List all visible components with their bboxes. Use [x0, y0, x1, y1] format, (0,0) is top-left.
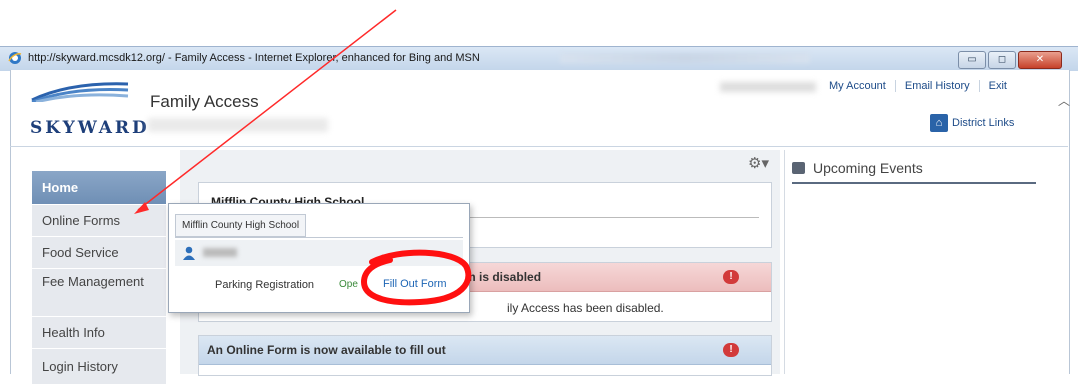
sidebar-item-online-forms[interactable]: Online Forms [32, 205, 166, 237]
disabled-notice-body: ily Access has been disabled. [507, 301, 664, 315]
alert-icon[interactable]: ! [723, 270, 739, 284]
exit-link[interactable]: Exit [978, 80, 1016, 92]
popup-student-row [175, 240, 463, 266]
popup-school-tab[interactable]: Mifflin County High School [175, 214, 307, 237]
my-account-link[interactable]: My Account [820, 80, 895, 92]
internet-explorer-icon [8, 52, 22, 64]
upcoming-events-panel: Upcoming Events [792, 160, 1036, 374]
sidebar-nav: Home Online Forms Food Service Fee Manag… [32, 171, 166, 385]
events-rule [792, 182, 1036, 184]
window-title: http://skyward.mcsdk12.org/ - Family Acc… [28, 52, 480, 64]
sidebar-item-fee-management[interactable]: Fee Management [32, 269, 166, 317]
school-building-icon: ⌂ [930, 114, 948, 132]
calendar-icon [792, 162, 805, 174]
form-status: Ope [339, 279, 358, 290]
top-links: My Account Email History Exit [820, 80, 1016, 92]
online-form-title: An Online Form is now available to fill … [207, 343, 446, 357]
alert-icon[interactable]: ! [723, 343, 739, 357]
sidebar-item-home[interactable]: Home [32, 171, 166, 205]
header-divider [10, 146, 1068, 147]
district-links-label: District Links [952, 117, 1015, 129]
online-form-header: An Online Form is now available to fill … [199, 336, 771, 365]
online-form-card: An Online Form is now available to fill … [198, 335, 772, 376]
upcoming-events-title: Upcoming Events [813, 160, 923, 176]
disabled-notice-title: m is disabled [465, 270, 542, 284]
form-name: Parking Registration [215, 279, 315, 291]
fill-out-form-link[interactable]: Fill Out Form [383, 278, 447, 290]
online-forms-popup: Mifflin County High School Parking Regis… [168, 203, 470, 313]
close-button[interactable]: ✕ [1018, 51, 1062, 69]
gear-icon[interactable]: ⚙▾ [748, 154, 769, 172]
blurred-student-name [203, 248, 237, 257]
sidebar-item-health-info[interactable]: Health Info [32, 317, 166, 349]
blurred-title-extension [560, 53, 810, 63]
sidebar-item-food-service[interactable]: Food Service [32, 237, 166, 269]
popup-tab-line [175, 237, 463, 238]
person-icon [183, 246, 195, 260]
skyward-logo-stripes-icon [31, 82, 129, 102]
skyward-logo[interactable]: SKYWARD [30, 118, 150, 138]
blurred-user-name [148, 118, 328, 132]
scroll-up-chevron-icon[interactable]: ︿ [1058, 92, 1070, 109]
minimize-button[interactable]: ▭ [958, 51, 986, 69]
email-history-link[interactable]: Email History [894, 80, 979, 92]
events-divider [784, 150, 785, 374]
district-links[interactable]: ⌂ District Links [930, 114, 1014, 132]
blurred-account-name [720, 82, 816, 92]
sidebar-item-login-history[interactable]: Login History [32, 349, 166, 385]
window-titlebar: http://skyward.mcsdk12.org/ - Family Acc… [0, 46, 1078, 71]
brand-title: Family Access [150, 92, 259, 111]
maximize-button[interactable]: ◻ [988, 51, 1016, 69]
